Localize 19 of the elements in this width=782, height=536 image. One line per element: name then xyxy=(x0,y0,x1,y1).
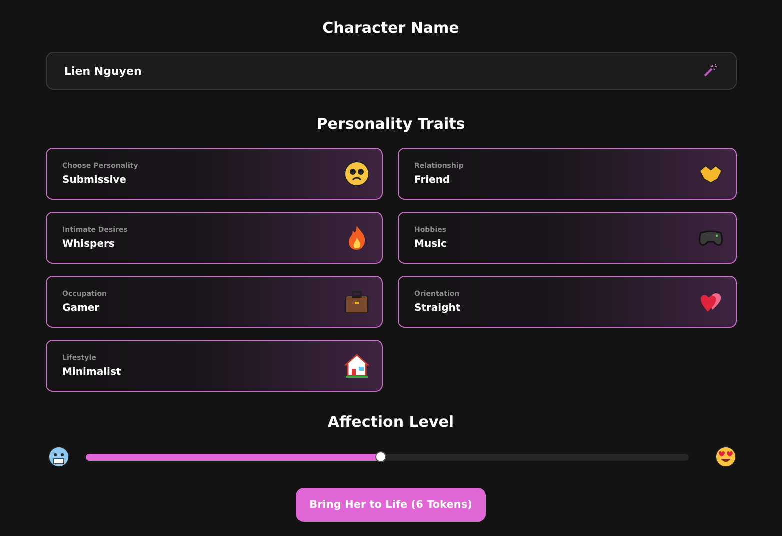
briefcase-icon xyxy=(344,289,370,315)
section-heading: Character Name xyxy=(322,18,460,39)
magic-wand-icon[interactable] xyxy=(702,64,716,78)
trait-value: Submissive xyxy=(62,175,128,186)
trait-value: Music xyxy=(414,239,447,250)
trait-value: Whispers xyxy=(62,239,116,250)
house-icon xyxy=(344,353,370,379)
cold-face-icon xyxy=(48,446,70,468)
trait-value: Gamer xyxy=(62,303,101,314)
affection-slider[interactable] xyxy=(86,454,688,460)
name-field[interactable]: Lien Nguyen xyxy=(46,52,736,90)
slider-handle[interactable] xyxy=(375,452,386,462)
trait-value: Friend xyxy=(414,175,452,186)
section-heading: Affection Level xyxy=(328,412,454,433)
trait-value: Minimalist xyxy=(62,367,122,378)
section-heading: Personality Traits xyxy=(316,114,466,135)
pleading-face-icon xyxy=(344,161,370,187)
heart-eyes-face-icon xyxy=(714,446,736,468)
trait-value: Straight xyxy=(414,303,461,314)
